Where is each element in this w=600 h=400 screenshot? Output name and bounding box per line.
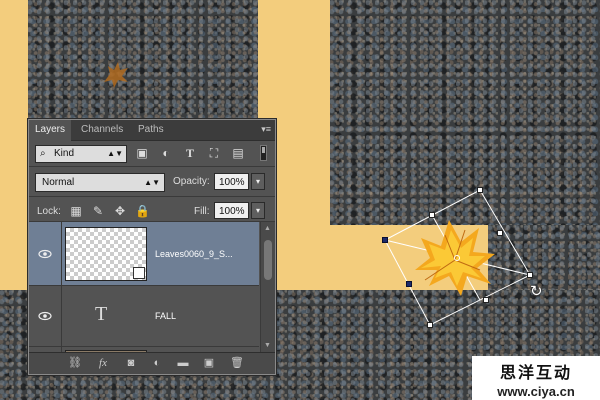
lock-transparent-icon[interactable]: ▦ [69, 204, 83, 218]
type-filter-icon[interactable]: T [183, 146, 197, 160]
add-mask-icon[interactable]: ◙ [123, 356, 139, 370]
updown-arrows-icon: ▲▼ [107, 149, 123, 158]
new-layer-icon[interactable]: ▣ [201, 356, 217, 370]
eye-icon[interactable] [38, 311, 52, 321]
new-group-icon[interactable]: ▬ [175, 356, 191, 370]
eye-icon[interactable] [38, 249, 52, 259]
lock-position-icon[interactable]: ✥ [113, 204, 127, 218]
transform-handle[interactable] [477, 187, 483, 193]
layer-row-leaves[interactable]: Leaves0060_9_S... [29, 222, 259, 286]
panel-bottom-bar: ⛓ fx ◙ ◐ ▬ ▣ 🗑 [29, 352, 275, 374]
scroll-up-icon[interactable]: ▲ [264, 225, 271, 232]
transform-handle[interactable] [406, 281, 412, 287]
visibility-cell[interactable] [29, 286, 62, 346]
watermark-title: 思洋互动 [499, 363, 572, 382]
tab-paths[interactable]: Paths [132, 120, 170, 140]
panel-menu-icon[interactable]: ▾≡ [261, 124, 271, 135]
small-leaf-image [104, 62, 128, 88]
opacity-field[interactable]: 100% [214, 173, 249, 190]
transform-handle[interactable] [429, 212, 435, 218]
layer-row-fall[interactable]: T FALL [29, 286, 259, 347]
layer-name[interactable]: Leaves0060_9_S... [155, 249, 233, 259]
layers-scrollbar[interactable]: ▲ ▼ [260, 222, 275, 352]
adjustment-layer-icon[interactable]: ◐ [149, 356, 165, 370]
transform-handle[interactable] [483, 297, 489, 303]
smart-object-badge-icon [133, 267, 145, 279]
scroll-thumb[interactable] [264, 240, 272, 280]
lock-all-icon[interactable]: 🔒 [135, 204, 150, 218]
panel-tabs: Layers Channels Paths ▾≡ [29, 120, 275, 141]
divider [29, 196, 275, 197]
pixel-filter-icon[interactable]: ▣ [135, 146, 149, 160]
opacity-dropdown-button[interactable]: ▾ [251, 173, 265, 190]
transform-handle[interactable] [427, 322, 433, 328]
tab-channels[interactable]: Channels [75, 120, 129, 140]
rotate-cursor-icon: ↻ [530, 283, 543, 300]
lock-label: Lock: [37, 206, 61, 217]
watermark-url: www.ciya.cn [497, 384, 575, 399]
transform-handle[interactable] [497, 230, 503, 236]
blend-mode-value: Normal [42, 177, 75, 188]
adjustment-filter-icon[interactable]: ◐ [159, 146, 173, 160]
divider [29, 166, 275, 167]
layers-panel: Layers Channels Paths ▾≡ ⌕ Kind ▲▼ ▣ ◐ T… [28, 119, 276, 375]
filter-toggle[interactable] [260, 145, 267, 161]
tab-layers[interactable]: Layers [29, 120, 72, 141]
shape-filter-icon[interactable]: ⛶ [207, 146, 221, 160]
opacity-label: Opacity: [173, 176, 210, 187]
layers-list: Leaves0060_9_S... T FALL [29, 222, 259, 352]
watermark: 思洋互动 www.ciya.cn [472, 356, 600, 400]
link-layers-icon[interactable]: ⛓ [67, 356, 83, 370]
updown-arrows-icon: ▲▼ [144, 178, 160, 187]
lock-image-icon[interactable]: ✎ [91, 204, 105, 218]
filter-kind-label: Kind [54, 148, 75, 159]
fill-field[interactable]: 100% [214, 202, 249, 219]
asphalt-texture [28, 0, 258, 120]
free-transform-box[interactable] [380, 185, 540, 330]
search-icon: ⌕ [40, 148, 46, 159]
layer-style-icon[interactable]: fx [95, 356, 111, 370]
scroll-down-icon[interactable]: ▼ [264, 342, 271, 349]
type-layer-icon: T [95, 303, 108, 325]
smart-object-filter-icon[interactable]: ▤ [231, 146, 245, 160]
transform-handle[interactable] [527, 272, 533, 278]
delete-layer-icon[interactable]: 🗑 [229, 356, 245, 370]
blend-mode-select[interactable]: Normal ▲▼ [35, 173, 165, 192]
fill-label: Fill: [194, 206, 210, 217]
visibility-cell[interactable] [29, 222, 62, 285]
transform-handle[interactable] [382, 237, 388, 243]
fill-dropdown-button[interactable]: ▾ [251, 202, 265, 219]
layer-name[interactable]: FALL [155, 311, 176, 321]
filter-kind-select[interactable]: ⌕ Kind ▲▼ [35, 145, 127, 163]
